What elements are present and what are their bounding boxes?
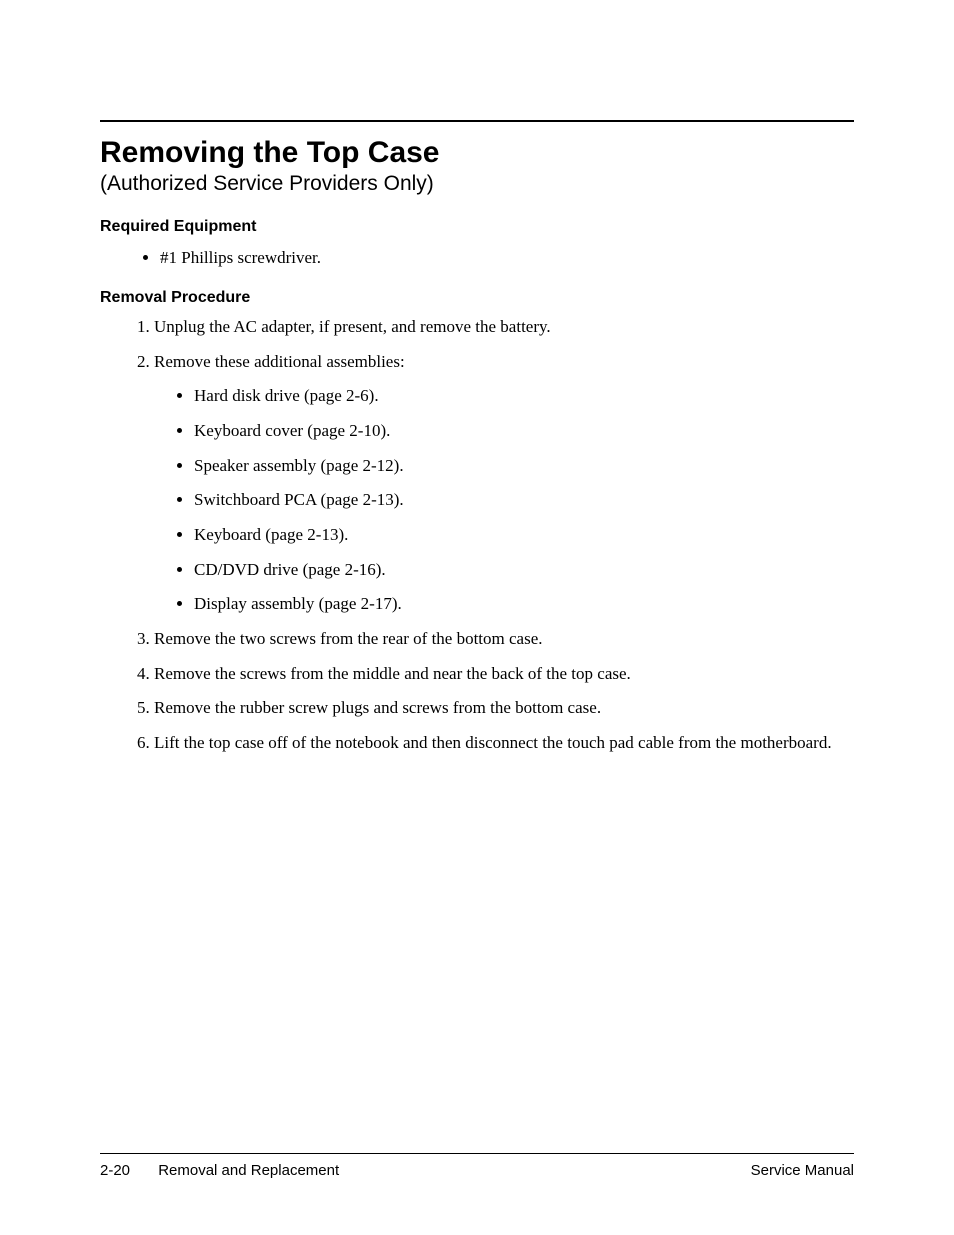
step-3: Remove the two screws from the rear of t… — [154, 627, 854, 652]
page-footer: 2-20 Removal and Replacement Service Man… — [100, 1153, 854, 1179]
equipment-list: #1 Phillips screwdriver. — [160, 244, 854, 271]
removal-procedure-heading: Removal Procedure — [100, 289, 854, 307]
document-page: Removing the Top Case (Authorized Servic… — [0, 0, 954, 1235]
step-2-text: Remove these additional assemblies: — [154, 352, 405, 371]
assembly-item: Speaker assembly (page 2-12). — [194, 454, 844, 479]
step-1: Unplug the AC adapter, if present, and r… — [154, 315, 854, 340]
step-4: Remove the screws from the middle and ne… — [154, 662, 854, 687]
footer-rule — [100, 1153, 854, 1154]
step-5: Remove the rubber screw plugs and screws… — [154, 696, 854, 721]
assembly-item: Keyboard (page 2-13). — [194, 523, 844, 548]
assembly-item: Hard disk drive (page 2-6). — [194, 384, 844, 409]
assembly-item: Keyboard cover (page 2-10). — [194, 419, 844, 444]
footer-doc-title: Service Manual — [751, 1162, 854, 1179]
footer-chapter: Removal and Replacement — [158, 1162, 339, 1179]
footer-page-number: 2-20 — [100, 1162, 130, 1179]
assembly-item: Switchboard PCA (page 2-13). — [194, 488, 844, 513]
required-equipment-heading: Required Equipment — [100, 218, 854, 236]
page-title: Removing the Top Case — [100, 136, 854, 170]
procedure-steps: Unplug the AC adapter, if present, and r… — [154, 315, 854, 755]
step-2-sublist: Hard disk drive (page 2-6). Keyboard cov… — [194, 384, 844, 616]
header-rule — [100, 120, 854, 122]
assembly-item: CD/DVD drive (page 2-16). — [194, 558, 844, 583]
footer-left: 2-20 Removal and Replacement — [100, 1162, 339, 1179]
step-6: Lift the top case off of the notebook an… — [154, 731, 854, 756]
assembly-item: Display assembly (page 2-17). — [194, 592, 844, 617]
equipment-item: #1 Phillips screwdriver. — [160, 244, 854, 271]
page-subtitle: (Authorized Service Providers Only) — [100, 172, 854, 196]
step-2: Remove these additional assemblies: Hard… — [154, 350, 854, 617]
